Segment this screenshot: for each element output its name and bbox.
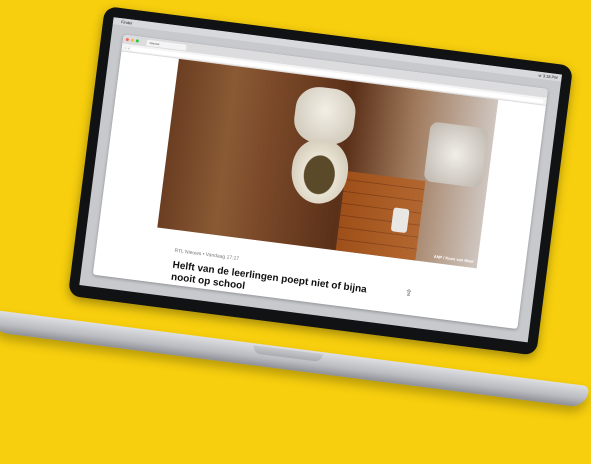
article-headline[interactable]: Helft van de leerlingen poept niet of bi… bbox=[170, 260, 391, 312]
photo-credit: ANP / Koen van Weel bbox=[433, 253, 474, 264]
toilet-tank-shape bbox=[291, 84, 359, 148]
maximize-window-button[interactable] bbox=[135, 39, 140, 43]
menu-app-name[interactable]: Finder bbox=[121, 19, 133, 25]
sink-shape bbox=[423, 121, 489, 189]
menu-clock[interactable]: vr 3:18 PM bbox=[538, 73, 558, 80]
article-meta: RTL Nieuws • Vandaag 17:17 bbox=[174, 247, 240, 263]
close-window-button[interactable] bbox=[125, 37, 130, 42]
back-icon[interactable]: ‹ bbox=[125, 45, 127, 49]
laptop-screen: Finder vr 3:18 PM Nieuws ‹ › ANP / Koen … bbox=[67, 6, 574, 356]
forward-icon[interactable]: › bbox=[128, 46, 130, 50]
article-page: ANP / Koen van Weel RTL Nieuws • Vandaag… bbox=[121, 51, 546, 298]
browser-window: Nieuws ‹ › ANP / Koen van Weel RTL Nieuw… bbox=[92, 34, 549, 330]
share-icon[interactable]: ⇪ bbox=[404, 287, 415, 298]
minimize-window-button[interactable] bbox=[130, 38, 135, 42]
desktop: Finder vr 3:18 PM Nieuws ‹ › ANP / Koen … bbox=[79, 17, 562, 343]
bin-shape bbox=[390, 207, 410, 234]
